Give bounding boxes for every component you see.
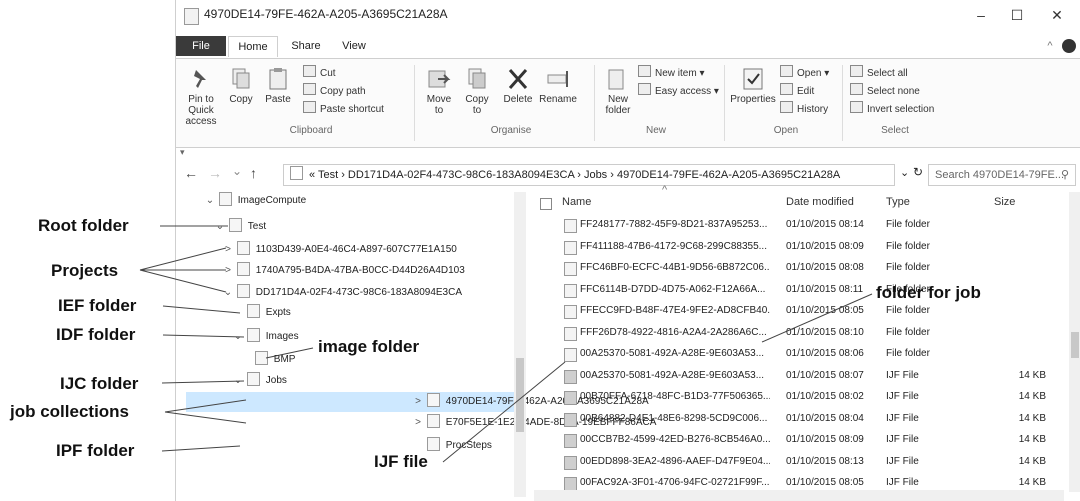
arrow-project-1 xyxy=(139,247,227,271)
arrow-ipf-folder xyxy=(161,445,241,452)
annotation-projects: Projects xyxy=(51,261,119,280)
annotation-job-collections: job collections xyxy=(10,402,130,421)
annotation-ipf-folder: IPF folder xyxy=(56,441,135,460)
annotation-ijc-folder: IJC folder xyxy=(60,374,139,393)
arrow-idf-folder xyxy=(162,334,245,338)
arrow-image-folder xyxy=(265,347,314,359)
arrow-ijf-file xyxy=(442,361,566,463)
annotation-ijf-file: IJF file xyxy=(374,452,428,471)
annotation-image-folder: image folder xyxy=(318,337,420,356)
arrow-job-collection-2 xyxy=(164,411,247,424)
arrow-job-collection-1 xyxy=(164,399,247,413)
annotation-idf-folder: IDF folder xyxy=(56,325,136,344)
arrow-folder-for-job xyxy=(761,293,873,343)
arrow-project-3 xyxy=(139,269,227,293)
annotation-arrows xyxy=(139,225,873,463)
annotation-folder-for-job: folder for job xyxy=(876,283,981,302)
annotation-root-folder: Root folder xyxy=(38,216,129,235)
arrow-ijc-folder xyxy=(161,380,245,384)
arrow-ief-folder xyxy=(162,305,241,314)
annotation-ief-folder: IEF folder xyxy=(58,296,137,315)
